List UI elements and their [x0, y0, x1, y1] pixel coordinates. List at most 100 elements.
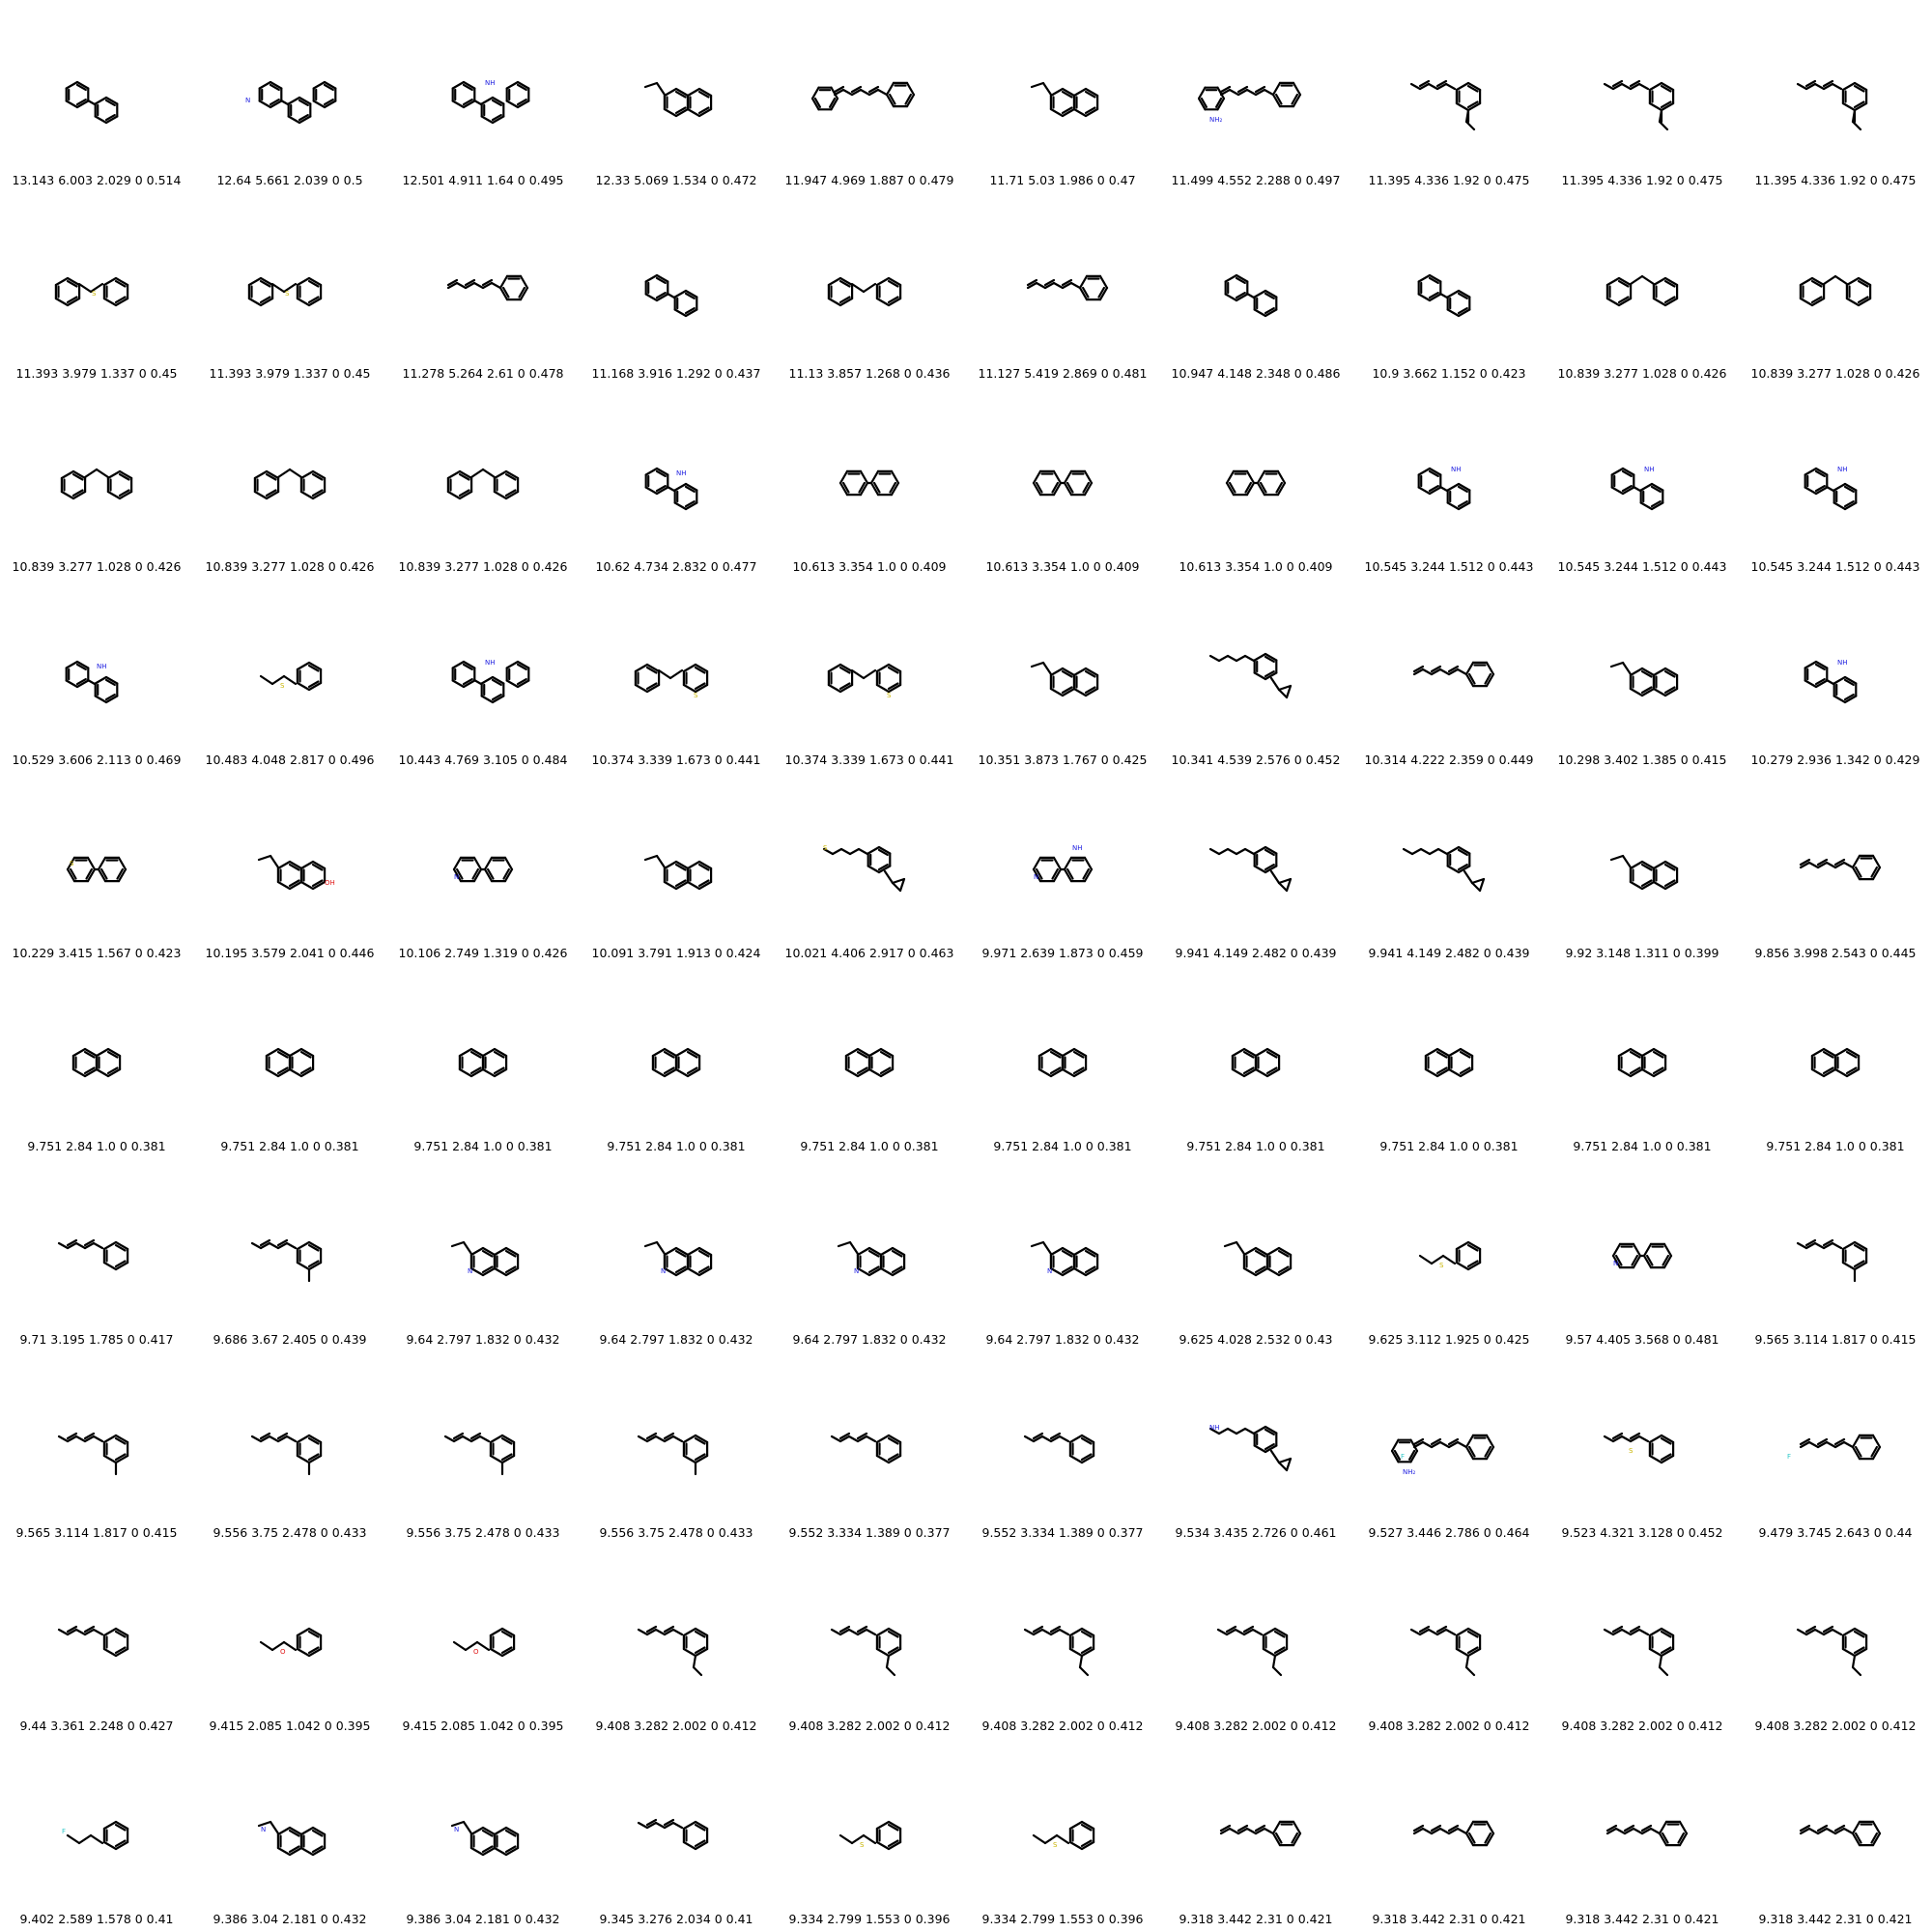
svg-text:N: N [854, 1267, 859, 1275]
molecule-structure [60, 468, 133, 500]
molecule-score-label: 9.941 4.149 2.482 0 0.439 [1175, 946, 1337, 960]
molecule-cell: 9.318 3.442 2.31 0 0.421 [1352, 1739, 1546, 1932]
molecule-score-label: 9.556 3.75 2.478 0 0.433 [213, 1525, 367, 1540]
molecule-cell: N 9.64 2.797 1.832 0 0.432 [386, 1159, 580, 1352]
molecule-cell: 9.44 3.361 2.248 0 0.427 [0, 1546, 193, 1739]
molecule-score-label: 9.64 2.797 1.832 0 0.432 [599, 1332, 753, 1347]
molecule-structure: NH [1804, 466, 1858, 511]
molecule-cell: N 9.64 2.797 1.832 0 0.432 [773, 1159, 966, 1352]
molecule-structure: O [259, 1627, 323, 1658]
molecule-structure [644, 273, 698, 318]
svg-text:N: N [661, 1267, 666, 1275]
molecule-cell: 10.091 3.791 1.913 0 0.424 [580, 773, 773, 966]
molecule-cell: 9.408 3.282 2.002 0 0.412 [580, 1546, 773, 1739]
molecule-score-label: 10.374 3.339 1.673 0 0.441 [784, 753, 954, 767]
molecule-structure [458, 1047, 508, 1078]
molecule-structure [446, 274, 529, 301]
molecule-score-label: 10.229 3.415 1.567 0 0.423 [12, 946, 182, 960]
molecule-cell: 9.751 2.84 1.0 0 0.381 [1546, 966, 1739, 1159]
molecule-structure: S [1032, 1820, 1095, 1851]
svg-text:N: N [454, 1826, 459, 1833]
molecule-cell: 9.941 4.149 2.482 0 0.439 [1352, 773, 1546, 966]
molecule-structure [1796, 79, 1868, 131]
molecule-score-label: 9.64 2.797 1.832 0 0.432 [406, 1332, 560, 1347]
molecule-structure [57, 1625, 129, 1658]
molecule-structure: NH [1208, 1424, 1293, 1472]
molecule-score-label: 11.395 4.336 1.92 0 0.475 [1368, 173, 1530, 187]
molecule-score-label: 11.393 3.979 1.337 0 0.45 [209, 366, 371, 381]
molecule-score-label: 9.334 2.799 1.553 0 0.396 [788, 1912, 951, 1926]
molecule-cell: S 10.374 3.339 1.673 0 0.441 [773, 580, 966, 773]
molecule-cell: NH 10.443 4.769 3.105 0 0.484 [386, 580, 580, 773]
svg-text:O: O [280, 1648, 286, 1656]
molecule-structure [57, 1432, 129, 1476]
svg-text:N: N [468, 1267, 472, 1275]
molecule-cell: 10.839 3.277 1.028 0 0.426 [386, 386, 580, 580]
molecule-structure [1412, 1820, 1495, 1847]
molecule-cell: 9.71 3.195 1.785 0 0.417 [0, 1159, 193, 1352]
molecule-cell: 9.625 4.028 2.532 0 0.43 [1159, 1159, 1352, 1352]
molecule-cell: 9.751 2.84 1.0 0 0.381 [966, 966, 1159, 1159]
molecule-structure [1030, 81, 1099, 118]
molecule-cell: 9.552 3.334 1.389 0 0.377 [966, 1352, 1159, 1546]
molecule-score-label: 11.499 4.552 2.288 0 0.497 [1171, 173, 1341, 187]
molecule-structure: O [452, 1627, 516, 1658]
molecule-score-label: 9.552 3.334 1.389 0 0.377 [788, 1525, 951, 1540]
molecule-structure [1605, 1820, 1689, 1847]
molecule-cell: 9.565 3.114 1.817 0 0.415 [1739, 1159, 1932, 1352]
molecule-structure: S [259, 661, 323, 692]
svg-text:S: S [694, 692, 698, 699]
molecule-score-label: 9.565 3.114 1.817 0 0.415 [1754, 1332, 1917, 1347]
molecule-score-label: 10.9 3.662 1.152 0 0.423 [1372, 366, 1526, 381]
molecule-cell: 10.351 3.873 1.767 0 0.425 [966, 580, 1159, 773]
molecule-structure [844, 1047, 895, 1078]
molecule-structure: S [827, 663, 902, 699]
svg-text:S: S [1053, 1841, 1058, 1849]
molecule-structure [1810, 1047, 1861, 1078]
molecule-cell: NH 10.545 3.244 1.512 0 0.443 [1546, 386, 1739, 580]
svg-text:NH: NH [676, 469, 687, 477]
molecule-cell: 10.839 3.277 1.028 0 0.426 [193, 386, 386, 580]
molecule-cell: S 9.334 2.799 1.553 0 0.396 [966, 1739, 1159, 1932]
molecule-cell: N 9.386 3.04 2.181 0 0.432 [193, 1739, 386, 1932]
molecule-structure [1417, 273, 1471, 318]
molecule-score-label: 9.751 2.84 1.0 0 0.381 [1186, 1139, 1325, 1153]
molecule-structure [1037, 1047, 1088, 1078]
molecule-structure [1605, 274, 1679, 307]
molecule-cell: 9.408 3.282 2.002 0 0.412 [966, 1546, 1159, 1739]
molecule-cell: 9.751 2.84 1.0 0 0.381 [1739, 966, 1932, 1159]
molecule-structure [838, 469, 900, 497]
svg-text:S: S [280, 682, 285, 690]
molecule-score-label: 9.408 3.282 2.002 0 0.412 [1754, 1719, 1917, 1733]
molecule-structure: NH [1804, 659, 1858, 704]
molecule-structure: S [822, 844, 906, 893]
molecule-structure [1216, 1625, 1289, 1677]
molecule-score-label: 11.393 3.979 1.337 0 0.45 [15, 366, 178, 381]
molecule-score-label: 9.751 2.84 1.0 0 0.381 [800, 1139, 939, 1153]
molecule-structure [446, 468, 520, 500]
molecule-structure: NH [1417, 466, 1471, 511]
molecule-cell: 10.839 3.277 1.028 0 0.426 [1739, 193, 1932, 386]
molecule-structure: OH [257, 854, 335, 891]
svg-text:NH: NH [1451, 466, 1462, 473]
molecule-cell: 11.395 4.336 1.92 0 0.475 [1739, 0, 1932, 193]
molecule-cell: 10.947 4.148 2.348 0 0.486 [1159, 193, 1352, 386]
molecule-cell: S 9.523 4.321 3.128 0 0.452 [1546, 1352, 1739, 1546]
molecule-score-label: 9.751 2.84 1.0 0 0.381 [27, 1139, 166, 1153]
svg-text:NH: NH [1837, 466, 1848, 473]
molecule-cell: 11.395 4.336 1.92 0 0.475 [1352, 0, 1546, 193]
molecule-cell: 9.686 3.67 2.405 0 0.439 [193, 1159, 386, 1352]
molecule-cell: 9.552 3.334 1.389 0 0.377 [773, 1352, 966, 1546]
svg-text:S: S [1629, 1447, 1634, 1455]
molecule-cell: N 9.64 2.797 1.832 0 0.432 [580, 1159, 773, 1352]
molecule-score-label: 9.856 3.998 2.543 0 0.445 [1754, 946, 1917, 960]
molecule-structure [811, 81, 916, 111]
molecule-cell: 9.318 3.442 2.31 0 0.421 [1739, 1739, 1932, 1932]
molecule-score-label: 10.613 3.354 1.0 0 0.409 [792, 559, 947, 574]
molecule-structure [1023, 1625, 1095, 1677]
molecule-structure [1219, 1820, 1302, 1847]
molecule-structure: S [54, 276, 129, 307]
molecule-cell: 9.556 3.75 2.478 0 0.433 [193, 1352, 386, 1546]
svg-text:N: N [1613, 1260, 1618, 1267]
molecule-score-label: 9.408 3.282 2.002 0 0.412 [981, 1719, 1144, 1733]
